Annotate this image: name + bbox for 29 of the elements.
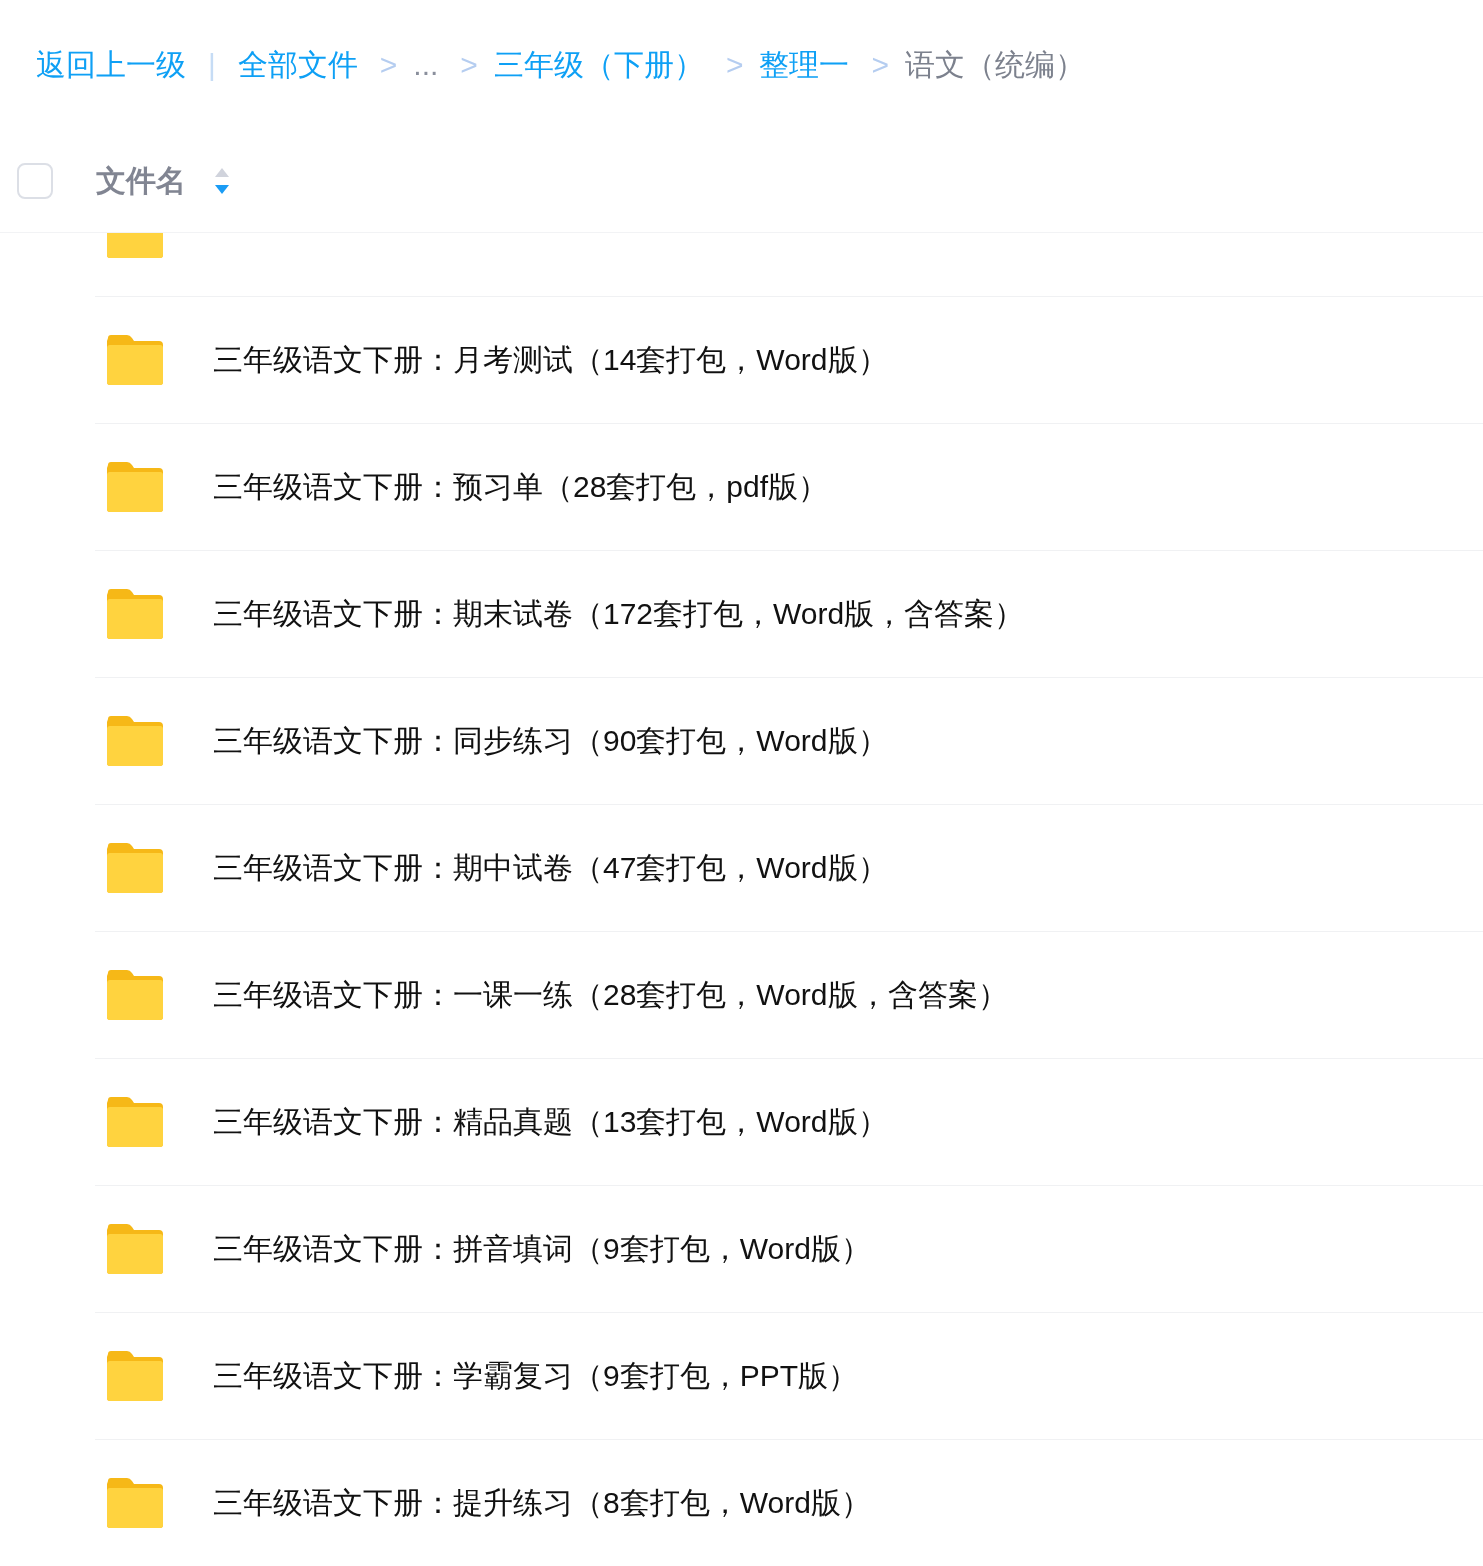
file-name[interactable]: 三年级语文下册：一课一练（28套打包，Word版，含答案） — [213, 974, 1008, 1016]
folder-icon — [105, 334, 165, 386]
folder-icon — [105, 842, 165, 894]
breadcrumb-separator: > — [460, 48, 478, 82]
folder-icon — [105, 715, 165, 767]
file-name[interactable]: 三年级语文下册：提升练习（8套打包，Word版） — [213, 1482, 871, 1524]
folder-icon — [105, 1096, 165, 1148]
breadcrumb-separator: > — [379, 48, 398, 82]
column-header[interactable]: 文件名 — [96, 160, 186, 202]
breadcrumb-separator: > — [871, 48, 889, 82]
breadcrumb-separator: > — [725, 48, 744, 82]
file-name[interactable]: 三年级语文下册：期中试卷（47套打包，Word版） — [213, 847, 888, 889]
file-name[interactable]: 三年级语文下册：期末试卷（172套打包，Word版，含答案） — [213, 593, 1025, 635]
file-name[interactable]: 三年级语文下册：学霸复习（9套打包，PPT版） — [213, 1355, 859, 1397]
file-name[interactable]: 三年级语文下册：拼音填词（9套打包，Word版） — [213, 1228, 871, 1270]
file-name[interactable]: 三年级语文下册：预习单（28套打包，pdf版） — [213, 466, 829, 508]
folder-icon — [105, 461, 165, 513]
file-name[interactable]: 三年级语文下册：同步练习（90套打包，Word版） — [213, 720, 888, 762]
folder-icon — [105, 1350, 165, 1402]
file-name[interactable]: 三年级语文下册：月考测试（14套打包，Word版） — [213, 339, 888, 381]
folder-icon — [105, 1223, 165, 1275]
sort-icon[interactable] — [214, 166, 230, 196]
file-name[interactable]: 三年级语文下册：精品真题（13套打包，Word版） — [213, 1101, 888, 1143]
breadcrumb-current: 语文（统编） — [904, 46, 1085, 83]
folder-icon — [105, 969, 165, 1021]
select-all-checkbox[interactable] — [17, 163, 53, 199]
folder-icon — [105, 1477, 165, 1529]
breadcrumb-separator: | — [208, 48, 216, 82]
folder-icon — [105, 588, 165, 640]
